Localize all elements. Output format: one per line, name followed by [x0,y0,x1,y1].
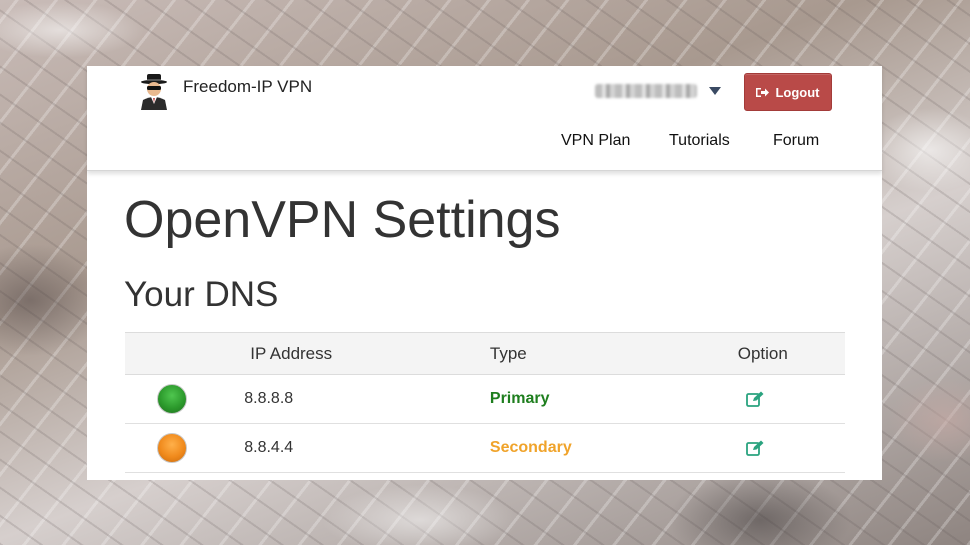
edit-icon[interactable] [745,391,764,407]
spy-avatar-icon [141,74,167,110]
nav-vpn-plan[interactable]: VPN Plan [561,132,630,150]
brand-name: Freedom-IP VPN [183,77,313,96]
chevron-down-icon [709,87,721,95]
header-ip-address: IP Address [250,343,333,363]
status-cell [125,424,244,473]
redacted-username [595,84,697,98]
option-cell [738,375,845,424]
dns-type-cell: Secondary [489,439,572,456]
header-status [125,333,244,375]
sign-out-icon [756,87,770,97]
edit-icon[interactable] [745,440,764,456]
table-row: 8.8.4.4 Secondary [125,424,845,473]
page-title: OpenVPN Settings [124,191,561,249]
ip-address-cell: 8.8.8.8 [244,390,294,407]
option-cell [738,424,845,473]
table-header-row: IP Address Type Option [125,332,845,375]
nav-tutorials[interactable]: Tutorials [669,132,730,150]
status-indicator-icon [157,384,187,414]
logout-label: Logout [775,84,820,100]
logout-button[interactable]: Logout [744,73,832,111]
header-option: Option [737,343,788,363]
status-cell [125,375,244,424]
section-title: Your DNS [124,275,279,314]
top-header: Freedom-IP VPN Logout VPN Plan Tutorials… [87,66,882,171]
account-dropdown[interactable] [595,84,721,98]
status-indicator-icon [157,433,187,463]
dns-table: IP Address Type Option 8.8.8.8 Primary 8… [125,332,845,473]
vpn-settings-panel: Freedom-IP VPN Logout VPN Plan Tutorials… [87,66,882,480]
dns-type-cell: Primary [489,390,550,407]
ip-address-cell: 8.8.4.4 [244,439,294,456]
nav-forum[interactable]: Forum [773,132,819,150]
table-row: 8.8.8.8 Primary [125,375,845,424]
header-type: Type [489,343,527,363]
brand[interactable]: Freedom-IP VPN [137,72,312,110]
